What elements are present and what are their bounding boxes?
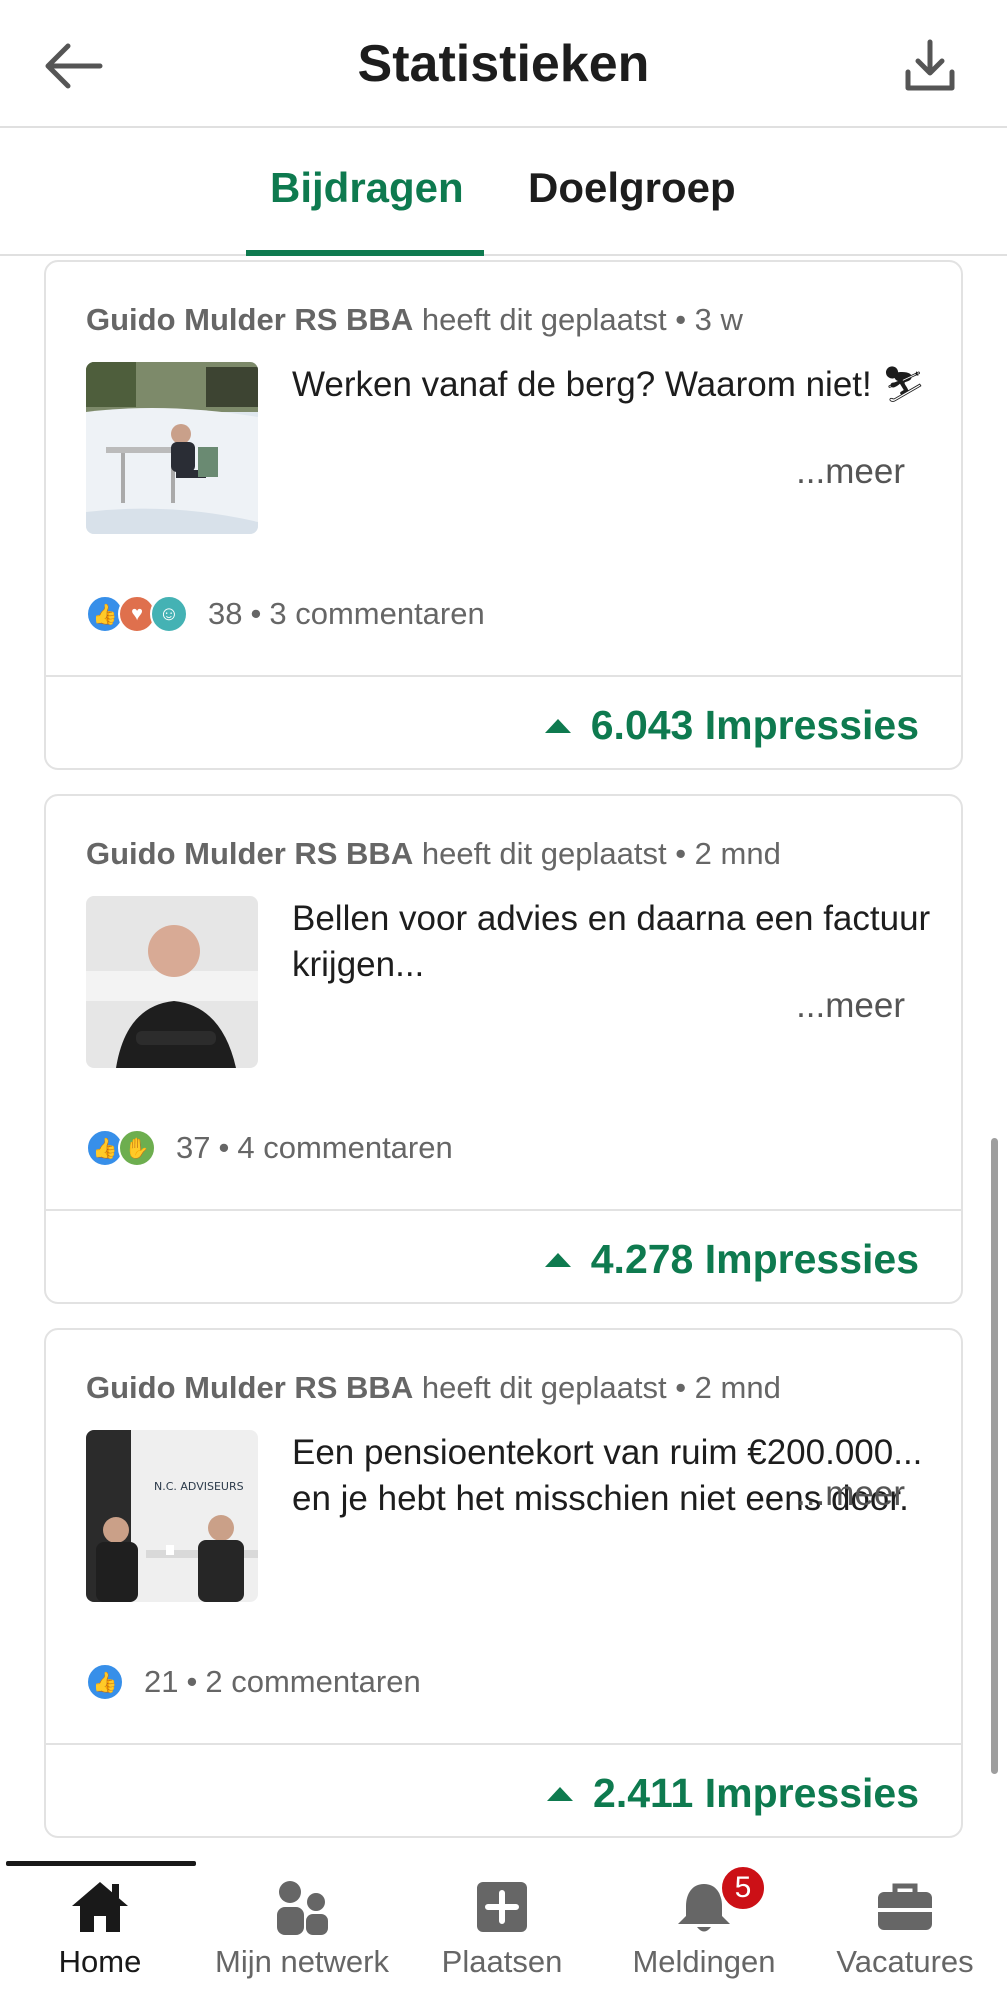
tab-doelgroep[interactable]: Doelgroep bbox=[528, 164, 736, 212]
funny-icon: ☺ bbox=[150, 595, 188, 633]
post-thumbnail[interactable] bbox=[86, 896, 258, 1068]
comment-count[interactable]: 3 commentaren bbox=[269, 596, 484, 632]
thumbnail-logo-text: N.C. ADVISEURS bbox=[154, 1480, 244, 1493]
post-author-line: Guido Mulder RS BBA heeft dit geplaatst … bbox=[86, 1370, 781, 1405]
home-icon bbox=[72, 1882, 128, 1932]
author-name[interactable]: Guido Mulder RS BBA bbox=[86, 836, 413, 871]
post-text[interactable]: Bellen voor advies en daarna een factuur… bbox=[292, 896, 932, 988]
post-thumbnail[interactable] bbox=[86, 362, 258, 534]
reactions-row[interactable]: 👍 ♥ ☺ 38 • 3 commentaren bbox=[86, 592, 485, 636]
post-action: heeft dit geplaatst bbox=[421, 1370, 667, 1405]
post-time: 2 mnd bbox=[694, 836, 781, 871]
page-title: Statistieken bbox=[357, 35, 650, 93]
post-card[interactable]: Guido Mulder RS BBA heeft dit geplaatst … bbox=[44, 260, 963, 770]
nav-post[interactable]: Plaatsen bbox=[402, 1878, 602, 1980]
nav-jobs[interactable]: Vacatures bbox=[805, 1878, 1005, 1980]
nav-notifications[interactable]: 5 Meldingen bbox=[604, 1864, 804, 1980]
bottom-navigation: Home Mijn netwerk Plaatsen 5 Meldingen V… bbox=[0, 1856, 1007, 2000]
comment-count[interactable]: 2 commentaren bbox=[205, 1664, 420, 1700]
tab-bijdragen[interactable]: Bijdragen bbox=[270, 164, 464, 212]
people-icon bbox=[277, 1881, 328, 1935]
nav-post-label: Plaatsen bbox=[441, 1944, 563, 1979]
plus-box-icon bbox=[477, 1882, 527, 1932]
nav-network-label: Mijn netwerk bbox=[215, 1944, 389, 1979]
notification-badge: 5 bbox=[719, 1864, 767, 1912]
divider bbox=[46, 675, 961, 677]
scrollbar[interactable] bbox=[991, 1138, 998, 1774]
author-name[interactable]: Guido Mulder RS BBA bbox=[86, 1370, 413, 1405]
nav-home[interactable]: Home bbox=[0, 1878, 200, 1980]
celebrate-icon: ✋ bbox=[118, 1129, 156, 1167]
nav-jobs-label: Vacatures bbox=[836, 1944, 974, 1979]
post-text[interactable]: Werken vanaf de berg? Waarom niet! ⛷ bbox=[292, 362, 932, 408]
like-icon: 👍 bbox=[86, 1663, 124, 1701]
reaction-count: 21 bbox=[144, 1664, 179, 1699]
active-nav-indicator bbox=[6, 1861, 196, 1866]
post-card[interactable]: Guido Mulder RS BBA heeft dit geplaatst … bbox=[44, 794, 963, 1304]
impressions[interactable]: 4.278 Impressies bbox=[544, 1236, 919, 1283]
divider bbox=[46, 1743, 961, 1745]
nav-network[interactable]: Mijn netwerk bbox=[202, 1878, 402, 1980]
tab-bar: Bijdragen Doelgroep bbox=[0, 130, 1007, 256]
post-author-line: Guido Mulder RS BBA heeft dit geplaatst … bbox=[86, 302, 743, 337]
more-link[interactable]: ...meer bbox=[796, 986, 905, 1026]
post-action: heeft dit geplaatst bbox=[421, 302, 667, 337]
reaction-count: 37 bbox=[176, 1130, 211, 1165]
top-bar: Statistieken bbox=[0, 0, 1007, 128]
more-link[interactable]: ...meer bbox=[796, 452, 905, 492]
download-icon bbox=[905, 39, 955, 91]
impressions[interactable]: 2.411 Impressies bbox=[547, 1770, 919, 1817]
comment-count[interactable]: 4 commentaren bbox=[237, 1130, 452, 1166]
post-card[interactable]: Guido Mulder RS BBA heeft dit geplaatst … bbox=[44, 1328, 963, 1838]
reactions-row[interactable]: 👍 21 • 2 commentaren bbox=[86, 1660, 421, 1704]
post-action: heeft dit geplaatst bbox=[421, 836, 667, 871]
active-tab-indicator bbox=[246, 250, 484, 256]
briefcase-icon bbox=[878, 1883, 932, 1930]
reactions-row[interactable]: 👍 ✋ 37 • 4 commentaren bbox=[86, 1126, 453, 1170]
author-name[interactable]: Guido Mulder RS BBA bbox=[86, 302, 413, 337]
nav-home-label: Home bbox=[58, 1944, 142, 1979]
trend-up-icon bbox=[544, 1252, 571, 1267]
post-thumbnail[interactable]: N.C. ADVISEURS bbox=[86, 1430, 258, 1602]
download-button[interactable] bbox=[900, 36, 960, 96]
impressions[interactable]: 6.043 Impressies bbox=[544, 702, 919, 749]
post-time: 3 w bbox=[694, 302, 743, 337]
more-link[interactable]: ...meer bbox=[796, 1474, 905, 1514]
reaction-count: 38 bbox=[208, 596, 243, 631]
nav-notifications-label: Meldingen bbox=[632, 1944, 776, 1979]
trend-up-icon bbox=[547, 1786, 574, 1801]
post-time: 2 mnd bbox=[694, 1370, 781, 1405]
trend-up-icon bbox=[544, 718, 571, 733]
divider bbox=[46, 1209, 961, 1211]
post-author-line: Guido Mulder RS BBA heeft dit geplaatst … bbox=[86, 836, 781, 871]
